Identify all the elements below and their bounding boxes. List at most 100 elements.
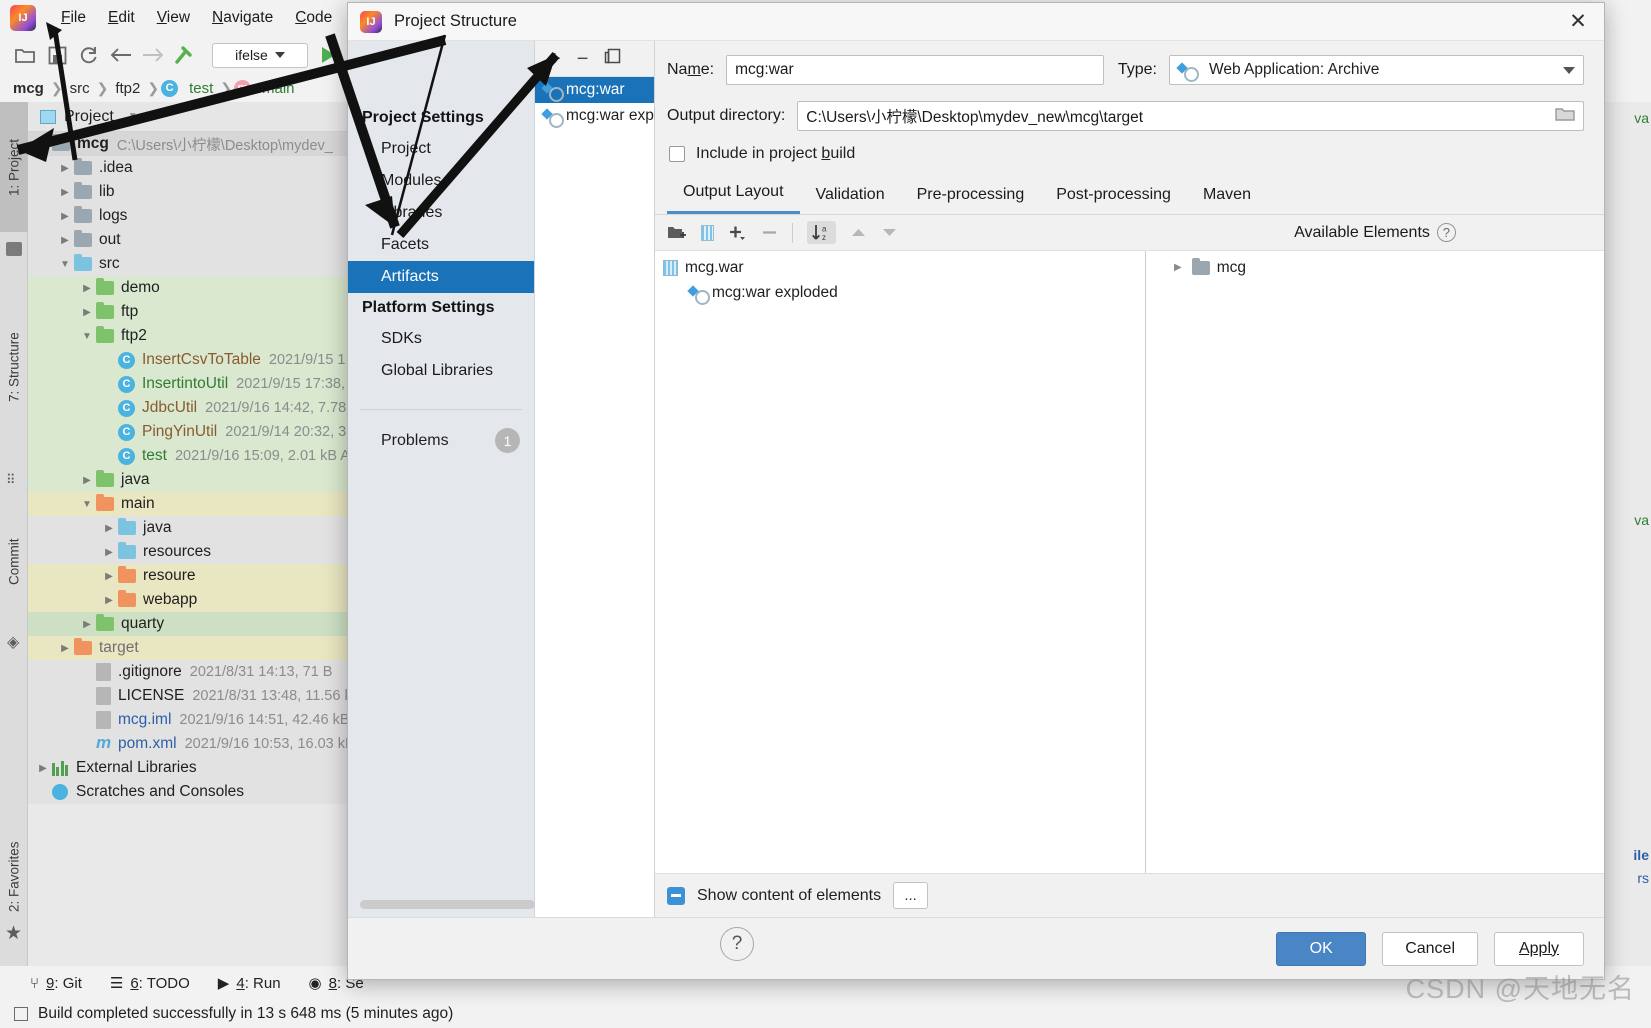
expand-chevron-icon[interactable] — [78, 619, 96, 630]
tab-output-layout[interactable]: Output Layout — [667, 177, 800, 214]
nav-divider — [360, 409, 522, 410]
tool-window-commit[interactable]: Commit — [0, 502, 28, 622]
nav-item-project[interactable]: Project — [348, 133, 534, 165]
available-tree-row[interactable]: ▶ mcg — [1146, 255, 1604, 280]
add-artifact-icon[interactable]: + — [549, 49, 561, 69]
breadcrumb-src[interactable]: src — [65, 80, 95, 97]
breadcrumb-main[interactable]: main — [257, 80, 300, 97]
menu-code[interactable]: Code — [284, 6, 343, 30]
tool-window-structure[interactable]: 7: Structure — [0, 292, 28, 442]
remove-artifact-icon[interactable]: − — [577, 49, 589, 69]
sort-alphabetically-icon[interactable]: az — [807, 221, 836, 244]
output-directory-label: Output directory: — [667, 107, 786, 124]
nav-item-artifacts[interactable]: Artifacts — [348, 261, 534, 293]
include-in-build-row[interactable]: Include in project build — [655, 131, 1604, 163]
artifact-item-mcg-war[interactable]: mcg:war — [535, 77, 654, 103]
collapse-chevron-icon[interactable] — [34, 139, 52, 150]
create-directory-icon[interactable] — [667, 224, 687, 241]
artifact-item-mcg-war-exploded[interactable]: mcg:war expl — [535, 103, 657, 129]
expand-chevron-icon[interactable] — [100, 571, 118, 582]
expand-chevron-icon[interactable] — [56, 643, 74, 654]
help-icon[interactable]: ? — [1436, 223, 1456, 242]
close-icon[interactable]: ✕ — [1552, 3, 1604, 41]
output-directory-input[interactable]: C:\Users\小柠檬\Desktop\mydev_new\mcg\targe… — [797, 101, 1584, 131]
expand-chevron-icon[interactable] — [100, 595, 118, 606]
name-label: Name: — [667, 61, 715, 78]
show-content-checkbox[interactable] — [667, 886, 685, 905]
tab-post-processing[interactable]: Post-processing — [1040, 180, 1187, 214]
output-tree-row[interactable]: mcg:war exploded — [655, 280, 1145, 305]
build-status-text: Build completed successfully in 13 s 648… — [38, 1005, 454, 1022]
nav-item-modules[interactable]: Modules — [348, 165, 534, 197]
available-elements-tree[interactable]: ▶ mcg — [1146, 251, 1604, 873]
nav-item-libraries[interactable]: Libraries — [348, 197, 534, 229]
output-tree-row[interactable]: mcg.war — [655, 255, 1145, 280]
folder-module-icon — [52, 134, 70, 151]
expand-chevron-icon[interactable] — [56, 211, 74, 222]
available-tree-label: mcg — [1216, 258, 1246, 276]
nav-item-sdks[interactable]: SDKs — [348, 323, 534, 355]
apply-button[interactable]: Apply — [1494, 931, 1584, 966]
sync-refresh-icon[interactable] — [74, 42, 104, 68]
chevron-down-icon[interactable]: ▼ — [128, 111, 138, 122]
status-git[interactable]: ⑂ 9: Git — [30, 975, 82, 992]
collapse-chevron-icon[interactable] — [56, 259, 74, 270]
expand-chevron-icon[interactable] — [100, 523, 118, 534]
breadcrumb-test[interactable]: test — [184, 80, 218, 97]
nav-horizontal-scrollbar[interactable] — [360, 900, 535, 909]
browse-folder-icon[interactable] — [1555, 106, 1577, 126]
menu-edit[interactable]: Edit — [97, 6, 146, 30]
artifact-type-select[interactable]: Web Application: Archive — [1169, 55, 1584, 85]
nav-item-facets[interactable]: Facets — [348, 229, 534, 261]
expand-chevron-icon[interactable] — [100, 547, 118, 558]
collapse-chevron-icon[interactable] — [78, 499, 96, 510]
artifact-name-input[interactable]: mcg:war — [726, 55, 1105, 85]
tab-maven[interactable]: Maven — [1187, 180, 1267, 214]
tab-validation[interactable]: Validation — [800, 180, 901, 214]
build-status-line: Build completed successfully in 13 s 648… — [0, 1000, 1651, 1028]
show-content-options-button[interactable]: ... — [893, 882, 929, 909]
tool-window-project-label: 1: Project — [6, 138, 22, 196]
status-todo[interactable]: ☰ 6: TODO — [110, 974, 190, 993]
folder-gray-icon — [74, 206, 92, 223]
help-icon[interactable]: ? — [720, 927, 754, 961]
run-button-icon[interactable] — [322, 47, 335, 63]
expand-chevron-icon[interactable] — [78, 475, 96, 486]
nav-item-global-libraries[interactable]: Global Libraries — [348, 355, 534, 387]
nav-item-problems[interactable]: Problems 1 — [348, 422, 534, 459]
output-layout-tree[interactable]: mcg.war mcg:war exploded — [655, 251, 1146, 873]
copy-artifact-icon[interactable] — [604, 48, 621, 69]
menu-file[interactable]: File — [50, 6, 97, 30]
tool-window-project[interactable]: 1: Project — [0, 102, 28, 232]
dialog-title: Project Structure — [394, 12, 517, 30]
breadcrumb-sep: ❯ — [147, 79, 160, 96]
ok-button[interactable]: OK — [1276, 931, 1367, 966]
create-archive-icon[interactable] — [701, 224, 714, 241]
folder-green-icon — [96, 614, 114, 631]
build-hammer-icon[interactable] — [170, 42, 200, 68]
chevron-right-icon[interactable]: ▶ — [1174, 262, 1182, 273]
expand-chevron-icon[interactable] — [78, 307, 96, 318]
menu-navigate[interactable]: Navigate — [201, 6, 284, 30]
file-ignored-icon — [96, 663, 111, 681]
expand-chevron-icon[interactable] — [56, 235, 74, 246]
run-configuration-selector[interactable]: ifelse — [212, 42, 308, 68]
breadcrumb-ftp2[interactable]: ftp2 — [110, 80, 145, 97]
expand-chevron-icon[interactable] — [56, 187, 74, 198]
tab-pre-processing[interactable]: Pre-processing — [901, 180, 1041, 214]
cancel-button[interactable]: Cancel — [1382, 931, 1478, 966]
open-folder-icon[interactable] — [10, 42, 40, 68]
menu-view[interactable]: View — [146, 6, 201, 30]
expand-chevron-icon[interactable] — [56, 163, 74, 174]
status-run[interactable]: ▶ 4: Run — [218, 974, 281, 993]
tree-row-meta: 2021/9/15 1 — [268, 352, 346, 368]
save-all-icon[interactable] — [42, 42, 72, 68]
add-element-icon[interactable] — [728, 224, 747, 241]
expand-chevron-icon[interactable] — [34, 763, 52, 774]
breadcrumb-mcg[interactable]: mcg — [8, 80, 49, 97]
include-in-build-checkbox[interactable] — [669, 146, 685, 162]
back-arrow-icon[interactable] — [106, 42, 136, 68]
expand-chevron-icon[interactable] — [78, 283, 96, 294]
tree-row-label: src — [99, 255, 120, 272]
collapse-chevron-icon[interactable] — [78, 331, 96, 342]
